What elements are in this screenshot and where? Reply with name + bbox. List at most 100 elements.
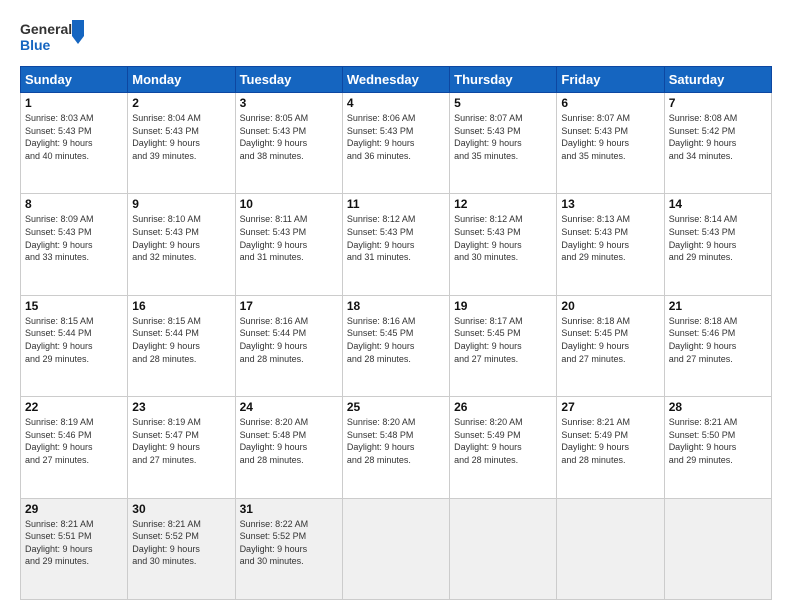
calendar-cell: 20 Sunrise: 8:18 AM Sunset: 5:45 PM Dayli… [557,295,664,396]
day-number: 6 [561,96,659,110]
cell-info: Sunrise: 8:12 AM Sunset: 5:43 PM Dayligh… [347,213,445,263]
calendar-cell: 28 Sunrise: 8:21 AM Sunset: 5:50 PM Dayli… [664,397,771,498]
calendar-cell: 14 Sunrise: 8:14 AM Sunset: 5:43 PM Dayli… [664,194,771,295]
cell-info: Sunrise: 8:16 AM Sunset: 5:45 PM Dayligh… [347,315,445,365]
calendar-week-3: 15 Sunrise: 8:15 AM Sunset: 5:44 PM Dayli… [21,295,772,396]
cell-info: Sunrise: 8:21 AM Sunset: 5:52 PM Dayligh… [132,518,230,568]
cell-info: Sunrise: 8:06 AM Sunset: 5:43 PM Dayligh… [347,112,445,162]
calendar-cell: 12 Sunrise: 8:12 AM Sunset: 5:43 PM Dayli… [450,194,557,295]
calendar-cell: 6 Sunrise: 8:07 AM Sunset: 5:43 PM Daylig… [557,93,664,194]
cell-info: Sunrise: 8:11 AM Sunset: 5:43 PM Dayligh… [240,213,338,263]
calendar-table: SundayMondayTuesdayWednesdayThursdayFrid… [20,66,772,600]
weekday-header-monday: Monday [128,67,235,93]
day-number: 14 [669,197,767,211]
calendar-cell: 25Sunrise: 8:20 AM Sunset: 5:48 PM Dayli… [342,397,449,498]
day-number: 16 [132,299,230,313]
calendar-cell: 2 Sunrise: 8:04 AM Sunset: 5:43 PM Daylig… [128,93,235,194]
day-number: 30 [132,502,230,516]
calendar-cell [664,498,771,599]
calendar-cell: 16 Sunrise: 8:15 AM Sunset: 5:44 PM Dayli… [128,295,235,396]
day-number: 15 [25,299,123,313]
weekday-header-saturday: Saturday [664,67,771,93]
calendar-cell: 24Sunrise: 8:20 AM Sunset: 5:48 PM Dayli… [235,397,342,498]
svg-text:General: General [20,21,72,37]
day-number: 29 [25,502,123,516]
calendar-cell [450,498,557,599]
calendar-cell: 29 Sunrise: 8:21 AM Sunset: 5:51 PM Dayli… [21,498,128,599]
calendar-cell: 18 Sunrise: 8:16 AM Sunset: 5:45 PM Dayli… [342,295,449,396]
day-number: 24 [240,400,338,414]
calendar-cell: 30 Sunrise: 8:21 AM Sunset: 5:52 PM Dayli… [128,498,235,599]
calendar-cell: 23Sunrise: 8:19 AM Sunset: 5:47 PM Dayli… [128,397,235,498]
cell-info: Sunrise: 8:03 AM Sunset: 5:43 PM Dayligh… [25,112,123,162]
day-number: 31 [240,502,338,516]
calendar-cell: 3 Sunrise: 8:05 AM Sunset: 5:43 PM Daylig… [235,93,342,194]
day-number: 8 [25,197,123,211]
day-number: 10 [240,197,338,211]
day-number: 27 [561,400,659,414]
cell-info: Sunrise: 8:14 AM Sunset: 5:43 PM Dayligh… [669,213,767,263]
calendar-cell: 1 Sunrise: 8:03 AM Sunset: 5:43 PM Daylig… [21,93,128,194]
day-number: 4 [347,96,445,110]
day-number: 20 [561,299,659,313]
calendar-cell: 11 Sunrise: 8:12 AM Sunset: 5:43 PM Dayli… [342,194,449,295]
weekday-header-row: SundayMondayTuesdayWednesdayThursdayFrid… [21,67,772,93]
cell-info: Sunrise: 8:19 AM Sunset: 5:46 PM Dayligh… [25,416,123,466]
cell-info: Sunrise: 8:21 AM Sunset: 5:49 PM Dayligh… [561,416,659,466]
logo: General Blue [20,16,85,58]
cell-info: Sunrise: 8:16 AM Sunset: 5:44 PM Dayligh… [240,315,338,365]
cell-info: Sunrise: 8:09 AM Sunset: 5:43 PM Dayligh… [25,213,123,263]
calendar-cell: 21Sunrise: 8:18 AM Sunset: 5:46 PM Dayli… [664,295,771,396]
calendar-cell: 7Sunrise: 8:08 AM Sunset: 5:42 PM Daylig… [664,93,771,194]
calendar-cell: 9 Sunrise: 8:10 AM Sunset: 5:43 PM Daylig… [128,194,235,295]
day-number: 26 [454,400,552,414]
cell-info: Sunrise: 8:13 AM Sunset: 5:43 PM Dayligh… [561,213,659,263]
calendar-week-2: 8 Sunrise: 8:09 AM Sunset: 5:43 PM Daylig… [21,194,772,295]
weekday-header-wednesday: Wednesday [342,67,449,93]
calendar-cell: 8 Sunrise: 8:09 AM Sunset: 5:43 PM Daylig… [21,194,128,295]
svg-text:Blue: Blue [20,37,51,53]
calendar-cell [557,498,664,599]
cell-info: Sunrise: 8:18 AM Sunset: 5:45 PM Dayligh… [561,315,659,365]
day-number: 12 [454,197,552,211]
day-number: 3 [240,96,338,110]
weekday-header-tuesday: Tuesday [235,67,342,93]
header: General Blue [20,16,772,58]
calendar-cell: 26 Sunrise: 8:20 AM Sunset: 5:49 PM Dayli… [450,397,557,498]
calendar-cell [342,498,449,599]
day-number: 28 [669,400,767,414]
day-number: 9 [132,197,230,211]
weekday-header-thursday: Thursday [450,67,557,93]
day-number: 2 [132,96,230,110]
day-number: 5 [454,96,552,110]
cell-info: Sunrise: 8:21 AM Sunset: 5:51 PM Dayligh… [25,518,123,568]
cell-info: Sunrise: 8:05 AM Sunset: 5:43 PM Dayligh… [240,112,338,162]
cell-info: Sunrise: 8:21 AM Sunset: 5:50 PM Dayligh… [669,416,767,466]
cell-info: Sunrise: 8:12 AM Sunset: 5:43 PM Dayligh… [454,213,552,263]
calendar-cell: 22 Sunrise: 8:19 AM Sunset: 5:46 PM Dayli… [21,397,128,498]
cell-info: Sunrise: 8:20 AM Sunset: 5:49 PM Dayligh… [454,416,552,466]
day-number: 11 [347,197,445,211]
cell-info: Sunrise: 8:04 AM Sunset: 5:43 PM Dayligh… [132,112,230,162]
calendar-cell: 27 Sunrise: 8:21 AM Sunset: 5:49 PM Dayli… [557,397,664,498]
calendar-cell: 10 Sunrise: 8:11 AM Sunset: 5:43 PM Dayli… [235,194,342,295]
calendar-cell: 4 Sunrise: 8:06 AM Sunset: 5:43 PM Daylig… [342,93,449,194]
calendar-week-1: 1 Sunrise: 8:03 AM Sunset: 5:43 PM Daylig… [21,93,772,194]
cell-info: Sunrise: 8:10 AM Sunset: 5:43 PM Dayligh… [132,213,230,263]
cell-info: Sunrise: 8:15 AM Sunset: 5:44 PM Dayligh… [25,315,123,365]
day-number: 23 [132,400,230,414]
weekday-header-friday: Friday [557,67,664,93]
day-number: 1 [25,96,123,110]
day-number: 17 [240,299,338,313]
calendar-cell: 31Sunrise: 8:22 AM Sunset: 5:52 PM Dayli… [235,498,342,599]
cell-info: Sunrise: 8:15 AM Sunset: 5:44 PM Dayligh… [132,315,230,365]
calendar-cell: 19Sunrise: 8:17 AM Sunset: 5:45 PM Dayli… [450,295,557,396]
cell-info: Sunrise: 8:18 AM Sunset: 5:46 PM Dayligh… [669,315,767,365]
cell-info: Sunrise: 8:07 AM Sunset: 5:43 PM Dayligh… [561,112,659,162]
cell-info: Sunrise: 8:08 AM Sunset: 5:42 PM Dayligh… [669,112,767,162]
calendar-week-5: 29 Sunrise: 8:21 AM Sunset: 5:51 PM Dayli… [21,498,772,599]
day-number: 22 [25,400,123,414]
day-number: 18 [347,299,445,313]
page: General Blue SundayMondayTuesdayWednesda… [0,0,792,612]
day-number: 13 [561,197,659,211]
